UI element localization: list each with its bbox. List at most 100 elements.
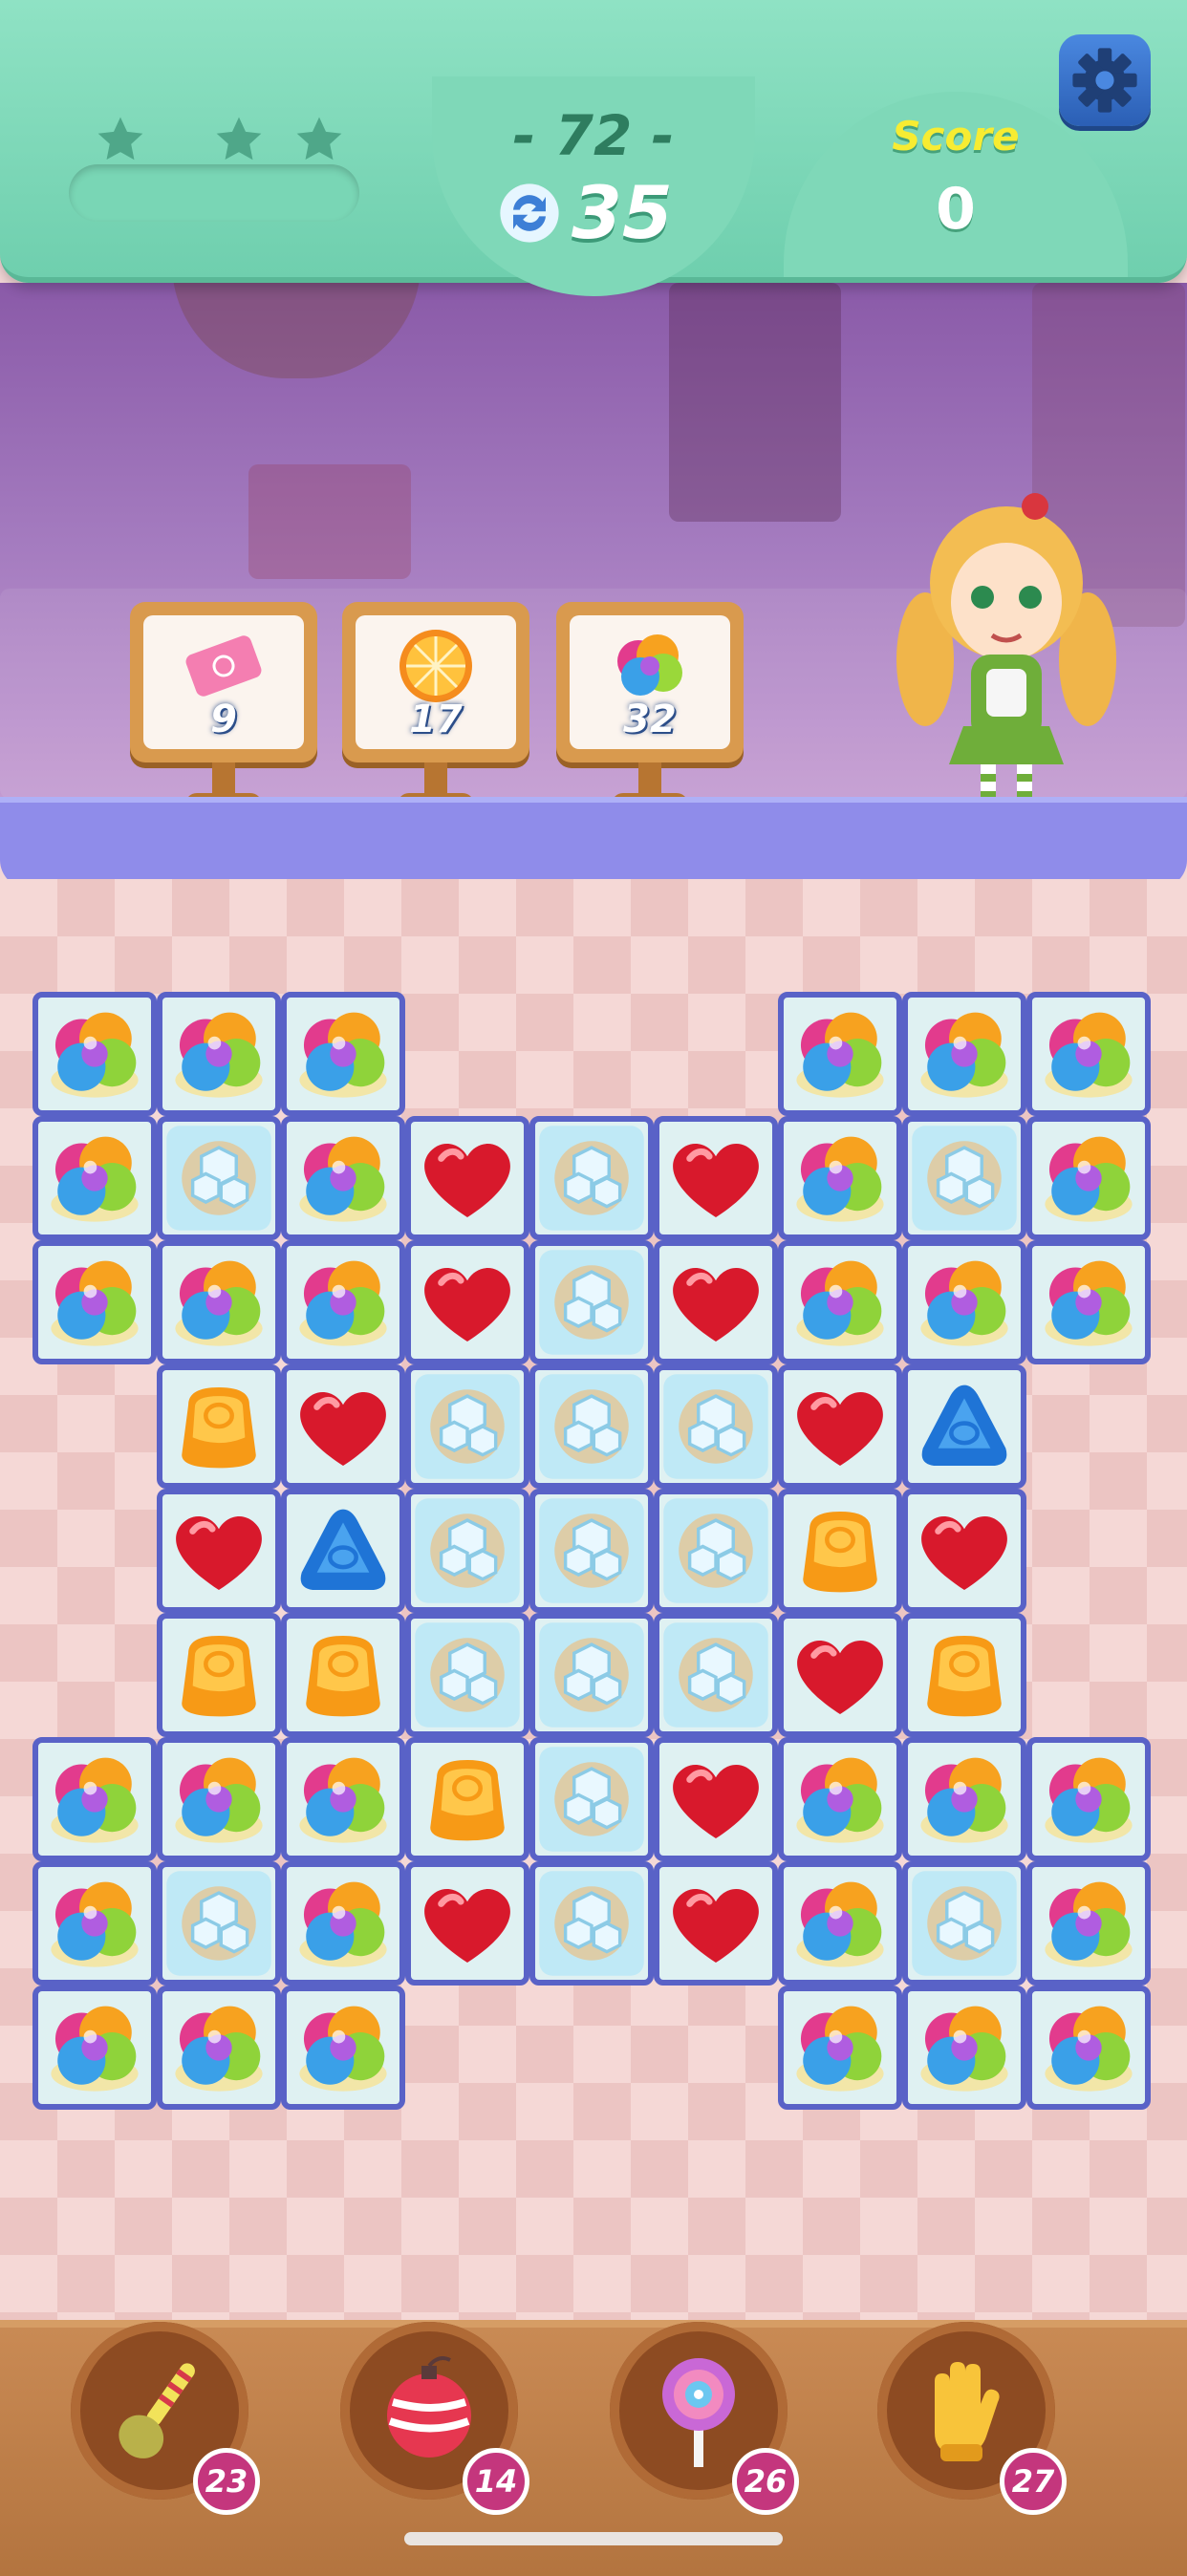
board-cell[interactable] <box>157 1861 281 1986</box>
board-cell[interactable] <box>778 1737 902 1861</box>
shelf <box>0 797 1187 889</box>
board-cell[interactable] <box>529 1861 654 1986</box>
board-cell[interactable] <box>778 1364 902 1489</box>
board-cell[interactable] <box>778 1986 902 2110</box>
board-cell[interactable] <box>529 1240 654 1364</box>
board-cell[interactable] <box>281 1240 405 1364</box>
board-cell[interactable] <box>654 1737 778 1861</box>
board-cell[interactable] <box>281 1116 405 1240</box>
red-heart-candy-icon <box>661 1869 770 1978</box>
board-cell[interactable] <box>1026 1986 1151 2110</box>
board-cell[interactable] <box>778 992 902 1116</box>
board-cell[interactable] <box>654 1613 778 1737</box>
ice-block-icon <box>537 1621 646 1729</box>
spoon-booster[interactable]: 23 <box>71 2320 260 2515</box>
board-cell[interactable] <box>778 1116 902 1240</box>
board-cell[interactable] <box>529 1613 654 1737</box>
board-cell[interactable] <box>778 1240 902 1364</box>
board-cell[interactable] <box>778 1861 902 1986</box>
board-cell[interactable] <box>405 1240 529 1364</box>
board-cell[interactable] <box>529 1737 654 1861</box>
board-cell[interactable] <box>405 1861 529 1986</box>
red-heart-candy-icon <box>413 1124 522 1233</box>
board-cell[interactable] <box>654 1116 778 1240</box>
board-cell[interactable] <box>902 992 1026 1116</box>
board-cell[interactable] <box>778 1489 902 1613</box>
ice-block-icon <box>413 1372 522 1481</box>
board-cell[interactable] <box>778 1613 902 1737</box>
goal-count: 32 <box>623 698 677 741</box>
settings-button[interactable] <box>1059 34 1151 126</box>
board-cell[interactable] <box>902 1613 1026 1737</box>
board-cell[interactable] <box>1026 1737 1151 1861</box>
refresh-arrows-icon <box>497 181 562 246</box>
lollipop-booster[interactable]: 26 <box>610 2320 799 2515</box>
ice-block-icon <box>537 1248 646 1357</box>
home-indicator[interactable] <box>404 2532 783 2545</box>
board-cell[interactable] <box>281 1613 405 1737</box>
board-cell[interactable] <box>157 1364 281 1489</box>
board-cell[interactable] <box>902 1861 1026 1986</box>
board-cell[interactable] <box>281 1489 405 1613</box>
rainbow-swirl-icon <box>786 999 895 1108</box>
orange-jelly-candy-icon <box>786 1496 895 1605</box>
bomb-icon <box>369 2349 489 2469</box>
bomb-booster[interactable]: 14 <box>340 2320 529 2515</box>
rainbow-swirl-icon <box>910 999 1019 1108</box>
board-cell[interactable] <box>1026 1116 1151 1240</box>
rainbow-swirl-icon <box>40 999 149 1108</box>
board-cell[interactable] <box>32 1986 157 2110</box>
board-cell[interactable] <box>1026 992 1151 1116</box>
board-cell[interactable] <box>529 1364 654 1489</box>
ice-block-icon <box>164 1124 273 1233</box>
board-cell[interactable] <box>281 1861 405 1986</box>
board-cell[interactable] <box>281 1986 405 2110</box>
board-cell[interactable] <box>902 1986 1026 2110</box>
board-cell[interactable] <box>32 1861 157 1986</box>
board-cell[interactable] <box>529 1116 654 1240</box>
board-cell[interactable] <box>654 1240 778 1364</box>
progress-star-1-icon <box>94 113 147 166</box>
board-cell[interactable] <box>902 1240 1026 1364</box>
board-cell[interactable] <box>157 1489 281 1613</box>
board-cell[interactable] <box>902 1364 1026 1489</box>
board-cell[interactable] <box>32 1737 157 1861</box>
ice-block-icon <box>910 1869 1019 1978</box>
board-cell[interactable] <box>157 1240 281 1364</box>
red-heart-candy-icon <box>661 1124 770 1233</box>
board-cell[interactable] <box>654 1861 778 1986</box>
board-cell[interactable] <box>405 1116 529 1240</box>
board-cell[interactable] <box>1026 1861 1151 1986</box>
board-cell[interactable] <box>32 992 157 1116</box>
board-cell[interactable] <box>157 1737 281 1861</box>
board-cell[interactable] <box>157 1613 281 1737</box>
board-cell[interactable] <box>654 1489 778 1613</box>
blue-triangle-candy-icon <box>289 1496 398 1605</box>
rainbow-swirl-icon <box>786 1248 895 1357</box>
ice-block-icon <box>537 1745 646 1854</box>
board-cell[interactable] <box>902 1116 1026 1240</box>
board-cell[interactable] <box>32 1240 157 1364</box>
board-cell[interactable] <box>1026 1240 1151 1364</box>
progress-star-2-icon <box>212 113 266 166</box>
board-cell[interactable] <box>281 992 405 1116</box>
board-cell[interactable] <box>281 1737 405 1861</box>
red-heart-candy-icon <box>661 1745 770 1854</box>
board-cell[interactable] <box>32 1116 157 1240</box>
board-cell[interactable] <box>902 1737 1026 1861</box>
board-cell[interactable] <box>654 1364 778 1489</box>
board-cell[interactable] <box>902 1489 1026 1613</box>
board-cell[interactable] <box>157 1116 281 1240</box>
rainbow-swirl-icon <box>40 1248 149 1357</box>
board-cell[interactable] <box>281 1364 405 1489</box>
board-cell[interactable] <box>405 1364 529 1489</box>
board-cell[interactable] <box>405 1489 529 1613</box>
board-cell[interactable] <box>405 1613 529 1737</box>
moves-remaining: 35 <box>572 170 673 255</box>
board-cell[interactable] <box>157 992 281 1116</box>
board-cell[interactable] <box>529 1489 654 1613</box>
rainbow-swirl-icon <box>289 1248 398 1357</box>
glove-booster[interactable]: 27 <box>877 2320 1067 2515</box>
board-cell[interactable] <box>157 1986 281 2110</box>
board-cell[interactable] <box>405 1737 529 1861</box>
